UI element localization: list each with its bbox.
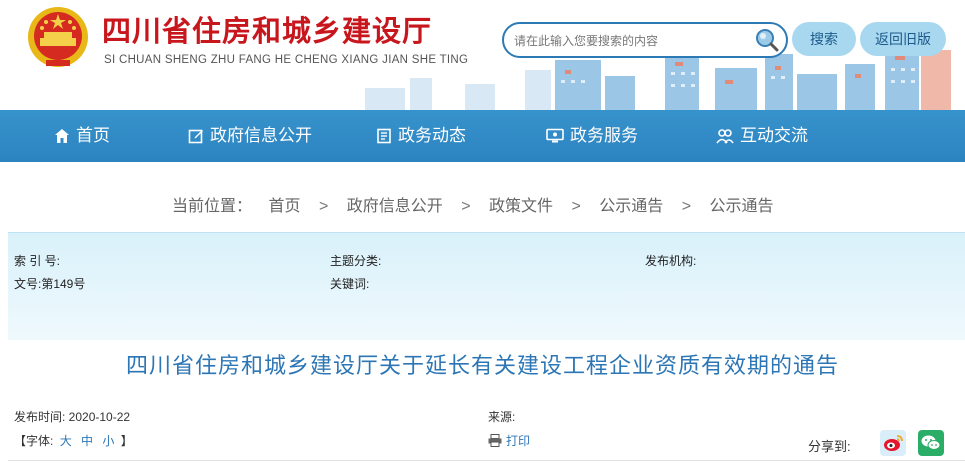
publish-time: 发布时间: 2020-10-22 bbox=[14, 410, 131, 424]
nav-item-label: 政务服务 bbox=[570, 126, 638, 145]
nav-item-label: 首页 bbox=[76, 126, 110, 145]
old-version-button[interactable]: 返回旧版 bbox=[860, 22, 946, 56]
search-icon[interactable] bbox=[754, 27, 780, 53]
nav-item-gov-info[interactable]: 政府信息公开 bbox=[188, 110, 312, 162]
national-emblem bbox=[28, 7, 88, 67]
breadcrumb-item[interactable]: 首页 bbox=[268, 192, 300, 216]
breadcrumb-item[interactable]: 政策文件 bbox=[489, 192, 553, 216]
nav-item-news[interactable]: 政务动态 bbox=[376, 110, 466, 162]
monitor-icon bbox=[546, 128, 564, 143]
site-header: 四川省住房和城乡建设厅 SI CHUAN SHENG ZHU FANG HE C… bbox=[0, 0, 965, 110]
article-title: 四川省住房和城乡建设厅关于延长有关建设工程企业资质有效期的通告 bbox=[125, 354, 839, 379]
site-title: 四川省住房和城乡建设厅 bbox=[102, 14, 433, 48]
nav-item-label: 政务动态 bbox=[398, 126, 466, 145]
document-icon bbox=[377, 128, 391, 144]
weibo-icon[interactable] bbox=[880, 430, 906, 456]
breadcrumb-item[interactable]: 公示通告 bbox=[599, 192, 663, 216]
topic-category-label: 主题分类: bbox=[330, 254, 382, 268]
font-size-medium[interactable]: 中 bbox=[81, 434, 93, 448]
print-label: 打印 bbox=[506, 434, 531, 448]
edit-icon bbox=[188, 129, 203, 144]
wechat-icon[interactable] bbox=[918, 430, 944, 456]
share-label: 分享到: bbox=[808, 439, 851, 454]
breadcrumb-separator: > bbox=[461, 198, 471, 215]
main-nav: 首页 政府信息公开 政务动态 政务服务 互动交流 bbox=[0, 110, 965, 162]
breadcrumb-separator: > bbox=[318, 198, 329, 215]
nav-item-label: 政府信息公开 bbox=[210, 126, 312, 145]
index-number-label: 索 引 号: bbox=[14, 254, 61, 268]
home-icon bbox=[55, 129, 69, 143]
document-info-panel bbox=[8, 232, 965, 340]
breadcrumb: 当前位置： 首页 > 政府信息公开 > 政策文件 > 公示通告 > 公示通告 bbox=[172, 192, 774, 216]
printer-icon bbox=[488, 434, 502, 447]
people-icon bbox=[716, 129, 734, 144]
document-number: 文号:第149号 bbox=[14, 277, 86, 291]
search-input[interactable] bbox=[514, 31, 754, 51]
nav-item-home[interactable]: 首页 bbox=[54, 110, 110, 162]
font-size-large[interactable]: 大 bbox=[60, 434, 72, 448]
print-button[interactable]: 打印 bbox=[488, 432, 530, 449]
breadcrumb-prefix: 当前位置： bbox=[172, 198, 253, 215]
source-label: 来源: bbox=[488, 410, 516, 424]
breadcrumb-item[interactable]: 公示通告 bbox=[710, 192, 774, 216]
breadcrumb-separator: > bbox=[681, 198, 692, 215]
divider bbox=[8, 460, 965, 461]
nav-item-interaction[interactable]: 互动交流 bbox=[716, 110, 808, 162]
site-subtitle: SI CHUAN SHENG ZHU FANG HE CHENG XIANG J… bbox=[104, 54, 469, 66]
issuing-agency-label: 发布机构: bbox=[645, 254, 697, 268]
font-size-control: 【字体: 大 中 小 】 bbox=[14, 432, 133, 449]
font-size-label: 【字体: bbox=[14, 434, 54, 448]
font-size-small[interactable]: 小 bbox=[102, 434, 114, 448]
nav-item-services[interactable]: 政务服务 bbox=[546, 110, 638, 162]
search-box bbox=[502, 22, 788, 58]
nav-item-label: 互动交流 bbox=[740, 126, 808, 145]
breadcrumb-item[interactable]: 政府信息公开 bbox=[347, 192, 443, 216]
search-button[interactable]: 搜索 bbox=[792, 22, 856, 56]
font-size-close: 】 bbox=[120, 434, 133, 448]
breadcrumb-separator: > bbox=[571, 198, 581, 215]
keywords-label: 关键词: bbox=[330, 277, 370, 291]
